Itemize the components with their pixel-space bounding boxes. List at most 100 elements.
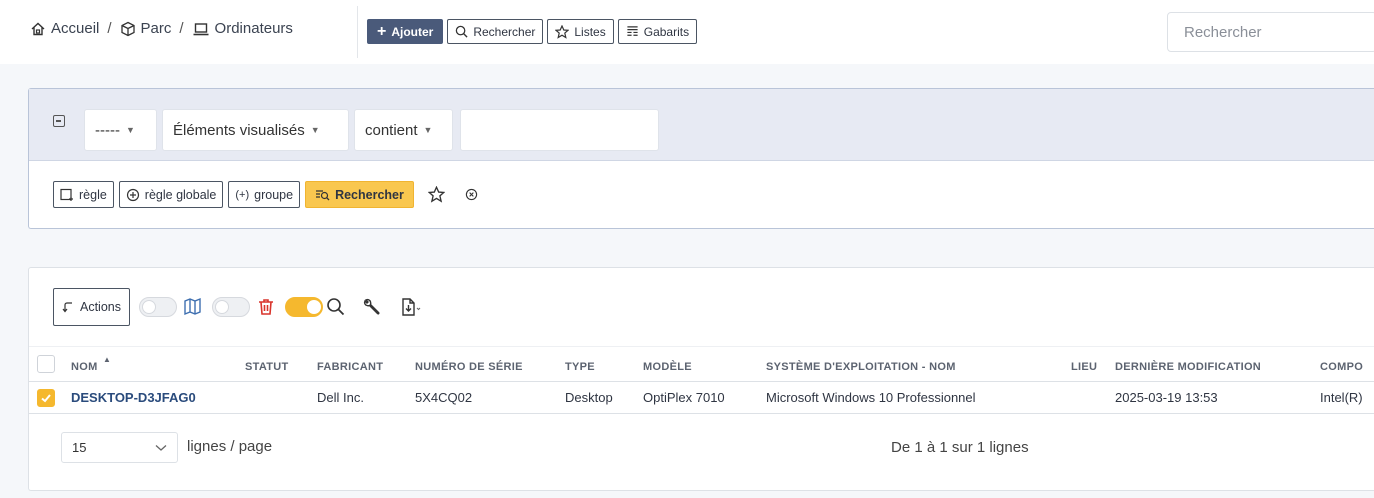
page-size-select[interactable]: 15 (61, 432, 178, 463)
reset-search-button[interactable] (460, 181, 484, 208)
page-size-value: 15 (72, 440, 87, 455)
add-global-rule-label: règle globale (144, 187, 217, 202)
computer-name-link[interactable]: DESKTOP-D3JFAG0 (71, 390, 196, 405)
caret-down-icon: ▼ (423, 125, 433, 135)
filter-search-icon (316, 189, 330, 200)
plus-icon: + (377, 22, 387, 40)
breadcrumb: Accueil / Parc / Ordinateurs (30, 20, 293, 37)
cell-type: Desktop (565, 390, 613, 405)
select-all-checkbox[interactable] (37, 355, 55, 373)
trash-toggle[interactable] (212, 297, 250, 317)
field-select-value: ----- (95, 121, 120, 139)
breadcrumb-parc-label: Parc (140, 20, 172, 37)
rule-buttons: règle règle globale (+) groupe Recherche… (53, 181, 484, 208)
group-icon: (+) (235, 188, 250, 201)
breadcrumb-computers-label: Ordinateurs (214, 20, 293, 37)
list-toolbar: Actions (53, 288, 422, 326)
column-header-status[interactable]: STATUT (245, 361, 289, 373)
breadcrumb-separator: / (107, 20, 112, 37)
global-search-input[interactable] (1167, 12, 1374, 52)
breadcrumb-home[interactable]: Accueil (30, 20, 99, 37)
caret-down-icon: ▼ (310, 125, 320, 135)
trash-icon (256, 297, 276, 317)
lists-button[interactable]: Listes (547, 19, 614, 44)
column-header-manufacturer[interactable]: FABRICANT (317, 361, 383, 373)
star-icon (428, 186, 446, 203)
cell-serial: 5X4CQ02 (415, 390, 473, 405)
criteria-select-value: Éléments visualisés (173, 121, 305, 139)
cell-components: Intel(R) (1320, 390, 1363, 405)
save-search-button[interactable] (425, 181, 449, 208)
templates-button-label: Gabarits (643, 24, 690, 39)
column-header-location[interactable]: LIEU (1071, 361, 1097, 373)
column-name-label: NOM (71, 361, 98, 373)
breadcrumb-separator: / (179, 20, 184, 37)
table-header: NOM ▲ STATUT FABRICANT NUMÉRO DE SÉRIE T… (29, 346, 1374, 382)
add-button-label: Ajouter (391, 24, 434, 39)
search-criteria-toggle[interactable] (285, 297, 323, 317)
search-button[interactable]: Rechercher (447, 19, 544, 44)
run-search-button[interactable]: Rechercher (305, 181, 414, 208)
wrench-icon[interactable] (362, 297, 382, 317)
column-header-components[interactable]: COMPO (1320, 361, 1363, 373)
criteria-value-input[interactable] (460, 109, 659, 151)
column-header-os-name[interactable]: SYSTÈME D'EXPLOITATION - NOM (766, 361, 956, 373)
template-icon (627, 26, 638, 36)
field-select[interactable]: ----- ▼ (84, 109, 157, 151)
actions-button[interactable]: Actions (53, 288, 130, 326)
star-icon (555, 24, 570, 39)
column-header-serial[interactable]: NUMÉRO DE SÉRIE (415, 361, 523, 373)
breadcrumb-computers[interactable]: Ordinateurs (192, 20, 293, 37)
criteria-select[interactable]: Éléments visualisés ▼ (162, 109, 349, 151)
search-icon (456, 25, 468, 38)
caret-down-icon: ▼ (125, 125, 135, 135)
page-toolbar: + Ajouter Rechercher Listes Gabarits (367, 19, 698, 44)
breadcrumb-home-label: Accueil (51, 20, 100, 37)
column-header-model[interactable]: MODÈLE (643, 361, 692, 373)
add-rule-button[interactable]: règle (53, 181, 114, 208)
search-icon (326, 297, 346, 317)
add-button[interactable]: + Ajouter (367, 19, 444, 44)
top-bar: Accueil / Parc / Ordinateurs + Ajouter R… (0, 0, 1374, 64)
add-group-label: groupe (254, 187, 294, 202)
add-rule-label: règle (79, 187, 107, 202)
add-square-icon (60, 188, 73, 201)
lists-button-label: Listes (574, 24, 606, 39)
add-global-rule-button[interactable]: règle globale (118, 181, 224, 208)
operator-select[interactable]: contient ▼ (354, 109, 453, 151)
row-checkbox[interactable] (37, 389, 55, 407)
home-icon (31, 22, 45, 35)
map-icon (183, 297, 203, 317)
check-icon (41, 394, 51, 403)
actions-button-label: Actions (80, 300, 121, 314)
cell-model: OptiPlex 7010 (643, 390, 725, 405)
breadcrumb-parc[interactable]: Parc (120, 20, 172, 37)
corner-arrow-icon (62, 302, 72, 313)
column-header-type[interactable]: TYPE (565, 361, 595, 373)
page-size-label: lignes / page (187, 438, 273, 455)
add-group-button[interactable]: (+) groupe (228, 181, 301, 208)
map-toggle[interactable] (139, 297, 177, 317)
search-criteria-panel: ----- ▼ Éléments visualisés ▼ contient ▼… (28, 88, 1374, 229)
run-search-label: Rechercher (335, 187, 404, 202)
laptop-icon (193, 22, 209, 35)
close-circle-icon (466, 188, 478, 201)
box-icon (120, 21, 135, 36)
search-button-label: Rechercher (473, 24, 536, 39)
cell-manufacturer: Dell Inc. (317, 390, 364, 405)
templates-button[interactable]: Gabarits (617, 19, 698, 44)
operator-select-value: contient (365, 121, 418, 139)
result-count: De 1 à 1 sur 1 lignes (891, 439, 1029, 456)
export-icon[interactable] (400, 297, 422, 317)
criteria-row: ----- ▼ Éléments visualisés ▼ contient ▼ (29, 89, 1374, 161)
sort-asc-icon: ▲ (102, 355, 112, 364)
cell-last-modified: 2025-03-19 13:53 (1115, 390, 1218, 405)
divider (357, 6, 358, 58)
chevron-down-icon (155, 444, 167, 451)
column-header-last-modified[interactable]: DERNIÈRE MODIFICATION (1115, 361, 1261, 373)
table-row: DESKTOP-D3JFAG0 Dell Inc. 5X4CQ02 Deskto… (29, 382, 1374, 414)
cell-os-name: Microsoft Windows 10 Professionnel (766, 390, 976, 405)
column-header-name[interactable]: NOM ▲ (71, 355, 111, 373)
collapse-icon[interactable] (53, 115, 65, 127)
results-panel: Actions NOM ▲ STATUT FABRICANT NUMÉRO DE… (28, 267, 1374, 491)
